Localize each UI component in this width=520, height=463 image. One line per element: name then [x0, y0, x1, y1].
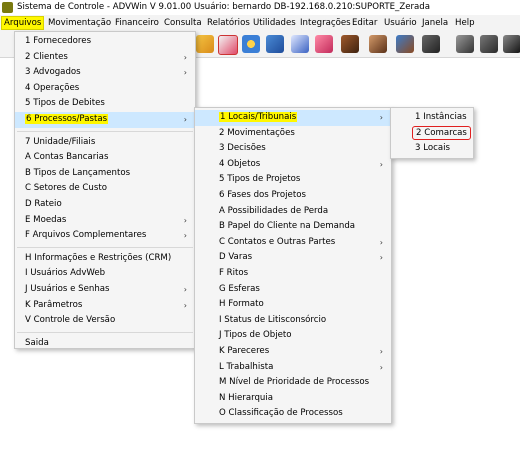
menu-item-possibilidades-perda[interactable]: A Possibilidades de Perda [195, 204, 391, 220]
menu-item-objetos[interactable]: 4 Objetos › [195, 157, 391, 173]
menu-janela[interactable]: Janela [420, 17, 450, 29]
toolbar-clip-icon[interactable] [503, 35, 520, 53]
menu-item-usuarios-senhas[interactable]: J Usuários e Senhas › [15, 282, 195, 298]
window-title: Sistema de Controle - ADVWin V 9.01.00 U… [17, 2, 431, 12]
chevron-right-icon: › [183, 68, 187, 78]
menu-utilidades[interactable]: Utilidades [251, 17, 298, 29]
chevron-right-icon: › [183, 231, 187, 241]
chevron-right-icon: › [379, 362, 383, 372]
arquivos-menu: 1 Fornecedores 2 Clientes › 3 Advogados › … [14, 31, 196, 349]
menu-item-controle-versao[interactable]: V Controle de Versão [15, 313, 195, 329]
menu-bar: Arquivos Movimentação Financeiro Consult… [0, 15, 520, 32]
menu-item-hierarquia[interactable]: N Hierarquia [195, 391, 391, 407]
toolbar-globe-icon[interactable] [242, 35, 260, 53]
menu-item-moedas[interactable]: E Moedas › [15, 213, 195, 229]
processos-submenu: 1 Locais/Tribunais › 2 Movimentações 3 De… [194, 107, 392, 424]
menu-item-rateio[interactable]: D Rateio [15, 197, 195, 213]
chevron-right-icon: › [379, 159, 383, 169]
menu-item-contas-bancarias[interactable]: A Contas Bancarias [15, 150, 195, 166]
menu-item-esferas[interactable]: G Esferas [195, 282, 391, 298]
menu-item-decisoes[interactable]: 3 Decisões [195, 141, 391, 157]
menu-movimentacao[interactable]: Movimentação [46, 17, 113, 29]
title-bar: Sistema de Controle - ADVWin V 9.01.00 U… [0, 0, 520, 15]
menu-item-classificacao[interactable]: O Classificação de Processos [195, 406, 391, 422]
menu-item-status-litisconsorcio[interactable]: I Status de Litisconsórcio [195, 313, 391, 329]
toolbar-image-icon[interactable] [291, 35, 309, 53]
menu-item-crm[interactable]: H Informações e Restrições (CRM) [15, 251, 195, 267]
menu-item-varas[interactable]: D Varas › [195, 250, 391, 266]
menu-item-saida[interactable]: Saida [15, 336, 195, 352]
toolbar-user-icon[interactable] [341, 35, 359, 53]
chevron-right-icon: › [183, 215, 187, 225]
menu-item-instancias[interactable]: 1 Instâncias [391, 110, 473, 126]
menu-item-tipos-lancamentos[interactable]: B Tipos de Lançamentos [15, 166, 195, 182]
chevron-right-icon: › [379, 346, 383, 356]
menu-item-operacoes[interactable]: 4 Operações [15, 81, 195, 97]
menu-separator [17, 130, 193, 132]
chevron-right-icon: › [183, 52, 187, 62]
menu-item-fornecedores[interactable]: 1 Fornecedores [15, 34, 195, 50]
menu-integracoes[interactable]: Integrações [298, 17, 353, 29]
menu-item-tipos-projetos[interactable]: 5 Tipos de Projetos [195, 172, 391, 188]
menu-item-locais[interactable]: 3 Locais [391, 141, 473, 157]
comarcas-highlight: 2 Comarcas [412, 125, 471, 140]
menu-consulta[interactable]: Consulta [162, 17, 204, 29]
menu-item-movimentacoes[interactable]: 2 Movimentações [195, 126, 391, 142]
chevron-right-icon: › [183, 114, 187, 124]
menu-item-parametros[interactable]: K Parâmetros › [15, 298, 195, 314]
menu-item-trabalhista[interactable]: L Trabalhista › [195, 360, 391, 376]
menu-item-papel-cliente[interactable]: B Papel do Cliente na Demanda [195, 219, 391, 235]
menu-item-locais-tribunais[interactable]: 1 Locais/Tribunais › [195, 110, 391, 126]
chevron-right-icon: › [183, 284, 187, 294]
toolbar-team-icon[interactable] [422, 35, 440, 53]
menu-help[interactable]: Help [453, 17, 477, 29]
toolbar-chart-icon[interactable] [315, 35, 333, 53]
toolbar-calendar-icon[interactable] [218, 35, 238, 55]
menu-arquivos[interactable]: Arquivos [0, 16, 45, 30]
menu-usuario[interactable]: Usuário [382, 17, 419, 29]
chevron-right-icon: › [183, 300, 187, 310]
toolbar-users-icon[interactable] [369, 35, 387, 53]
menu-separator [17, 331, 193, 333]
toolbar-document-icon[interactable] [266, 35, 284, 53]
menu-item-tipos-objeto[interactable]: J Tipos de Objeto [195, 328, 391, 344]
toolbar-pencil-icon[interactable] [196, 35, 214, 53]
menu-item-nivel-prioridade[interactable]: M Nível de Prioridade de Processos [195, 375, 391, 391]
toolbar-film-icon[interactable] [456, 35, 474, 53]
menu-relatorios[interactable]: Relatórios [205, 17, 252, 29]
menu-item-fases-projetos[interactable]: 6 Fases dos Projetos [195, 188, 391, 204]
toolbar-group-icon[interactable] [396, 35, 414, 53]
chevron-right-icon: › [379, 237, 383, 247]
menu-item-arquivos-complementares[interactable]: F Arquivos Complementares › [15, 228, 195, 244]
menu-separator [17, 246, 193, 248]
menu-item-processos-pastas[interactable]: 6 Processos/Pastas › [15, 111, 195, 128]
chevron-right-icon: › [379, 253, 383, 263]
app-icon [2, 2, 13, 13]
menu-item-advogados[interactable]: 3 Advogados › [15, 65, 195, 81]
menu-item-setores-custo[interactable]: C Setores de Custo [15, 181, 195, 197]
menu-item-pareceres[interactable]: K Pareceres › [195, 344, 391, 360]
menu-item-usuarios-advweb[interactable]: I Usuários AdvWeb [15, 266, 195, 282]
menu-item-ritos[interactable]: F Ritos [195, 266, 391, 282]
menu-item-unidade-filiais[interactable]: 7 Unidade/Filiais [15, 135, 195, 151]
locais-submenu: 1 Instâncias 2 Comarcas 3 Locais [390, 107, 474, 159]
menu-item-comarcas[interactable]: 2 Comarcas [391, 125, 473, 142]
menu-financeiro[interactable]: Financeiro [113, 17, 161, 29]
menu-item-formato[interactable]: H Formato [195, 297, 391, 313]
chevron-right-icon: › [379, 113, 383, 122]
menu-item-tipos-debites[interactable]: 5 Tipos de Debites [15, 96, 195, 112]
menu-item-contatos-partes[interactable]: C Contatos e Outras Partes › [195, 235, 391, 251]
menu-editar[interactable]: Editar [350, 17, 379, 29]
menu-item-clientes[interactable]: 2 Clientes › [15, 50, 195, 66]
toolbar-media-icon[interactable] [480, 35, 498, 53]
